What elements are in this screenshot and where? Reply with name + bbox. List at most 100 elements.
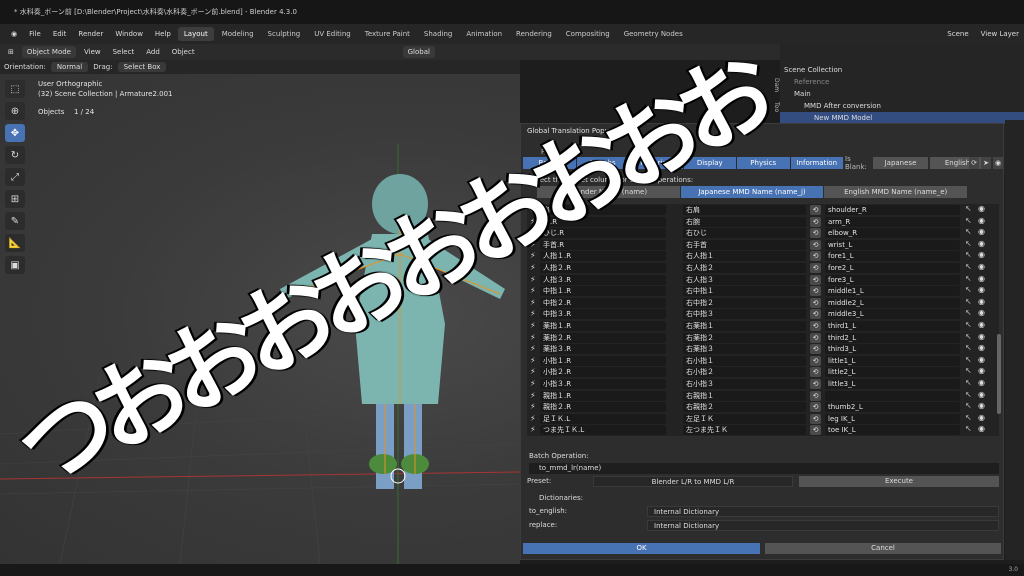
- add-cube-tool-icon[interactable]: ▣: [5, 256, 25, 274]
- workspace-tab-texture-paint[interactable]: Texture Paint: [359, 27, 416, 41]
- bone-name-j-field[interactable]: 右薬指２: [683, 332, 806, 343]
- move-tool-icon[interactable]: ✥: [5, 124, 25, 142]
- bone-name-field[interactable]: 中指３.R: [540, 309, 666, 320]
- sidebar-tab-tool[interactable]: Too: [770, 102, 780, 112]
- visibility-eye-icon[interactable]: ◉: [978, 204, 985, 213]
- workspace-tab-sculpting[interactable]: Sculpting: [262, 27, 307, 41]
- bone-row[interactable]: ⚡ 薬指２.R 右薬指２ ⟲ third2_L ↖ ◉: [527, 332, 999, 344]
- filter-label[interactable]: Filter: [541, 148, 558, 156]
- bone-name-field[interactable]: 中指１.R: [540, 286, 666, 297]
- tab-bones[interactable]: Bones: [523, 157, 576, 169]
- orientation-selector[interactable]: Normal: [50, 62, 89, 72]
- bone-name-e-field[interactable]: middle2_L: [825, 297, 960, 308]
- bone-row[interactable]: ⚡ 親指１.R 右親指１ ⟲ ↖ ◉: [527, 390, 999, 402]
- editor-type-icon[interactable]: ⊞: [4, 46, 18, 58]
- bone-name-field[interactable]: 肩.R: [540, 205, 666, 215]
- transform-tool-icon[interactable]: ⊞: [5, 190, 25, 208]
- annotate-tool-icon[interactable]: ✎: [5, 212, 25, 230]
- select-bone-icon[interactable]: ↖: [965, 320, 972, 329]
- select-bone-icon[interactable]: ↖: [965, 343, 972, 352]
- bone-name-e-field[interactable]: thumb2_L: [825, 402, 960, 413]
- bone-name-j-field[interactable]: 右中指２: [683, 297, 806, 308]
- bone-name-j-field[interactable]: 左つま先ＩＫ: [683, 425, 806, 436]
- bone-name-field[interactable]: 薬指１.R: [540, 321, 666, 331]
- bone-name-field[interactable]: 親指１.R: [540, 390, 666, 401]
- menu-help[interactable]: Help: [150, 28, 176, 40]
- swap-icon[interactable]: ⟲: [810, 332, 821, 343]
- bone-name-e-field[interactable]: little1_L: [825, 355, 960, 366]
- menu-edit[interactable]: Edit: [48, 28, 72, 40]
- cursor-tool-icon[interactable]: ⊕: [5, 102, 25, 120]
- select-bone-icon[interactable]: ↖: [965, 227, 972, 236]
- swap-icon[interactable]: ⟲: [810, 251, 821, 262]
- swap-icon[interactable]: ⟲: [810, 425, 821, 436]
- visibility-eye-icon[interactable]: ◉: [978, 366, 985, 375]
- visibility-eye-icon[interactable]: ◉: [978, 320, 985, 329]
- select-bone-icon[interactable]: ↖: [965, 355, 972, 364]
- select-bone-icon[interactable]: ↖: [965, 332, 972, 341]
- swap-icon[interactable]: ⟲: [810, 297, 821, 308]
- blender-logo-icon[interactable]: ◉: [6, 28, 22, 40]
- swap-icon[interactable]: ⟲: [810, 355, 821, 366]
- outliner-row[interactable]: Reference: [780, 76, 1024, 88]
- swap-icon[interactable]: ⟲: [810, 344, 821, 355]
- tab-information[interactable]: Information: [790, 157, 843, 169]
- bone-name-j-field[interactable]: 右薬指１: [683, 321, 806, 331]
- tab-display[interactable]: Display: [683, 157, 736, 169]
- bone-name-e-field[interactable]: middle3_L: [825, 309, 960, 320]
- bone-name-e-field[interactable]: fore3_L: [825, 274, 960, 285]
- tab-morphs[interactable]: Morphs: [576, 157, 629, 169]
- bone-name-field[interactable]: 人指２.R: [540, 263, 666, 273]
- bone-name-e-field[interactable]: [825, 390, 960, 401]
- bone-name-j-field[interactable]: 右手首: [683, 239, 806, 250]
- bone-name-e-field[interactable]: arm_R: [825, 216, 960, 227]
- workspace-tab-uv-editing[interactable]: UV Editing: [308, 27, 357, 41]
- bone-name-j-field[interactable]: 右親指２: [683, 402, 806, 413]
- bone-name-field[interactable]: 腕.R: [540, 216, 666, 227]
- visibility-eye-icon[interactable]: ◉: [978, 378, 985, 387]
- bone-row[interactable]: ⚡ つま先ＩＫ.L 左つま先ＩＫ ⟲ toe IK_L ↖ ◉: [527, 424, 999, 436]
- select-bone-icon[interactable]: ↖: [965, 308, 972, 317]
- bone-name-j-field[interactable]: 右中指１: [683, 286, 806, 297]
- rotate-tool-icon[interactable]: ↻: [5, 146, 25, 164]
- swap-icon[interactable]: ⟲: [810, 379, 821, 389]
- scene-selector[interactable]: Scene: [942, 28, 973, 40]
- view-menu[interactable]: View: [80, 46, 105, 58]
- bone-name-field[interactable]: 人指３.R: [540, 274, 666, 285]
- bone-row[interactable]: ⚡ 中指２.R 右中指２ ⟲ middle2_L ↖ ◉: [527, 297, 999, 309]
- blank-japanese-toggle[interactable]: Japanese: [873, 157, 928, 169]
- bone-name-j-field[interactable]: 右人指３: [683, 274, 806, 285]
- column-english-name[interactable]: English MMD Name (name_e): [824, 186, 968, 198]
- bone-name-j-field[interactable]: 右ひじ: [683, 228, 806, 239]
- transform-orientation-selector[interactable]: Global: [402, 46, 435, 58]
- select-bone-icon[interactable]: ↖: [965, 262, 972, 271]
- bone-name-field[interactable]: 小指２.R: [540, 367, 666, 378]
- bone-name-field[interactable]: 足ＩＫ.L: [540, 413, 666, 424]
- tab-physics[interactable]: Physics: [737, 157, 790, 169]
- bone-name-field[interactable]: 薬指３.R: [540, 344, 666, 355]
- preset-dropdown[interactable]: Blender L/R to MMD L/R: [593, 476, 793, 487]
- select-bone-icon[interactable]: ↖: [965, 250, 972, 259]
- swap-icon[interactable]: ⟲: [810, 286, 821, 297]
- bone-name-j-field[interactable]: 右中指３: [683, 309, 806, 320]
- select-bone-icon[interactable]: ↖: [965, 378, 972, 387]
- menu-window[interactable]: Window: [110, 28, 148, 40]
- bone-name-e-field[interactable]: fore1_L: [825, 251, 960, 262]
- ok-button[interactable]: OK: [523, 543, 760, 554]
- swap-icon[interactable]: ⟲: [810, 239, 821, 250]
- select-bone-icon[interactable]: ↖: [965, 285, 972, 294]
- column-japanese-name[interactable]: Japanese MMD Name (name_j): [680, 186, 824, 198]
- bone-name-field[interactable]: 薬指２.R: [540, 332, 666, 343]
- bone-name-field[interactable]: つま先ＩＫ.L: [540, 425, 666, 436]
- bone-name-field[interactable]: 小指３.R: [540, 379, 666, 389]
- bone-name-field[interactable]: 中指２.R: [540, 297, 666, 308]
- visibility-eye-icon[interactable]: ◉: [978, 308, 985, 317]
- swap-icon[interactable]: ⟲: [810, 205, 821, 215]
- workspace-tab-rendering[interactable]: Rendering: [510, 27, 558, 41]
- swap-icon[interactable]: ⟲: [810, 321, 821, 331]
- bone-row[interactable]: ⚡ 人指３.R 右人指３ ⟲ fore3_L ↖ ◉: [527, 274, 999, 286]
- bone-name-j-field[interactable]: 右薬指３: [683, 344, 806, 355]
- select-bone-icon[interactable]: ↖: [965, 239, 972, 248]
- add-menu[interactable]: Add: [142, 46, 164, 58]
- swap-icon[interactable]: ⟲: [810, 367, 821, 378]
